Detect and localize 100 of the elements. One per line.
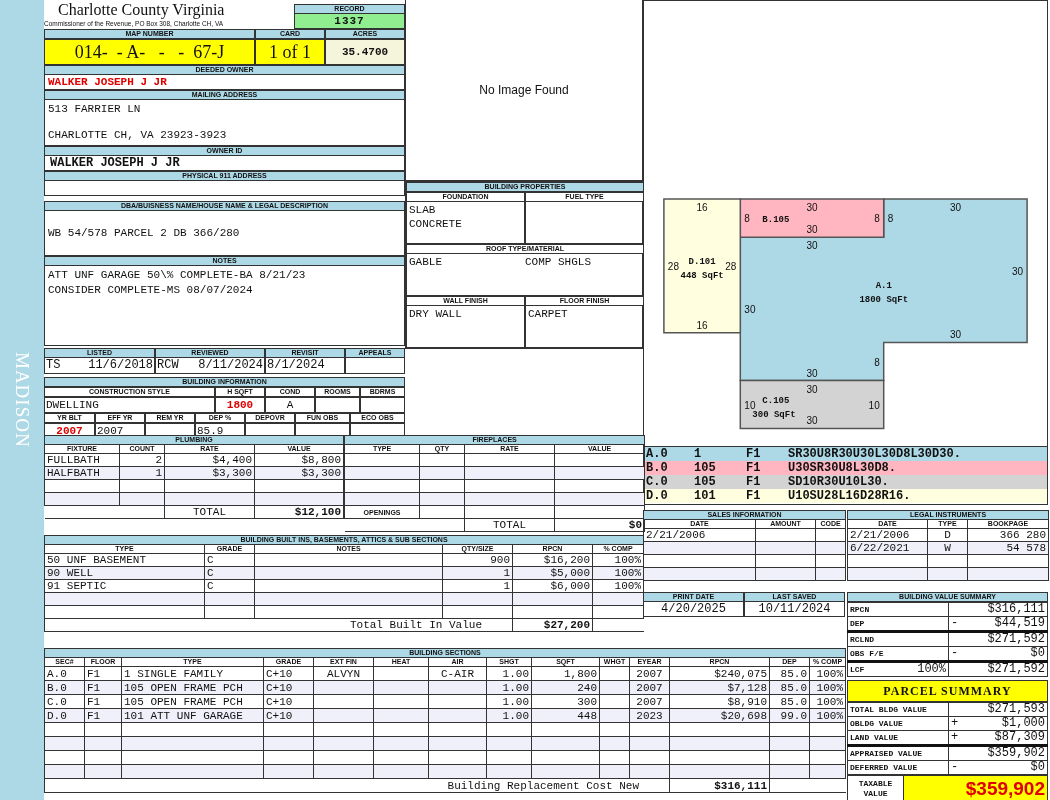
property-value: COMP SHGLS [525,255,592,269]
dimension-label: 30 [744,303,756,315]
total-value: $12,100 [254,505,344,519]
table-cell: C-AIR [428,666,487,681]
summary-label: DEFERRED VALUE [850,763,918,772]
area-size: 300 SqFt [752,409,796,420]
table-cell-text: A.0 [646,447,669,461]
table-cell-text: B.0 [646,461,669,475]
summary-value: $0 [965,760,1048,775]
empty-field [315,397,360,413]
table-cell: $4,400 [164,453,255,467]
district-label: MADISON [11,352,33,448]
dimension-label: 30 [806,224,818,236]
summary-label: LAND VALUE [850,733,898,742]
table-cell: 1.00 [486,694,532,709]
parcel-summary-title: PARCEL SUMMARY [847,680,1048,702]
table-cell-text: U30SR30U8L30D8. [788,461,898,475]
property-value: SLAB [409,203,437,217]
review-date: 11/6/2018 [88,358,153,373]
table-cell: 50 UNF BASEMENT [44,553,205,567]
table-cell: ALVYN [313,666,374,681]
table-cell-text: 101 [694,489,717,503]
table-cell: 366 280 [967,528,1049,542]
dimension-label: 30 [949,202,961,213]
reviewer-initials: RCW [157,358,179,373]
dimension-label: 30 [1012,265,1024,277]
review-date: 8/1/2024 [267,358,325,373]
table-cell: FULLBATH [44,453,120,467]
table-cell: 300 [531,694,600,709]
table-cell-text: F1 [746,489,762,503]
area-label: A.1 [875,280,892,291]
county-title: Charlotte County Virginia [57,0,226,19]
table-cell: 2007 [629,666,670,681]
no-image-message: No Image Found [479,83,569,97]
owner-name: WALKER JOSEPH J JR [48,75,168,89]
table-cell: 2/21/2006 [847,528,928,542]
address-line: CHARLOTTE CH, VA 23923-3923 [48,128,228,142]
summary-label: OBS F/E [850,649,884,658]
table-cell: C [204,553,255,567]
dimension-label: 16 [696,202,708,213]
table-cell: 85.0 [769,666,810,681]
table-cell: $240,075 [669,666,770,681]
table-cell: 91 SEPTIC [44,579,205,593]
dimension-label: 28 [725,260,737,272]
note-line: CONSIDER COMPLETE-MS 08/07/2024 [48,283,254,298]
table-cell: F1 [84,666,122,681]
dimension-label: 30 [806,367,818,379]
table-cell-text: F1 [746,447,762,461]
area-size: 1800 SqFt [859,294,909,305]
table-cell: $16,200 [512,553,593,567]
property-value: CONCRETE [409,217,463,231]
total-label: TOTAL [464,518,555,532]
summary-label: DEP [850,619,865,628]
table-cell-text: 105 [694,475,717,489]
total-value: $316,111 [669,778,770,793]
summary-label: APPRAISED VALUE [850,749,922,758]
table-cell: F1 [84,694,122,709]
table-cell: C [204,579,255,593]
map-number: 014- - A- - - 67-J [44,39,255,65]
dimension-label: 30 [806,240,818,252]
table-cell: 100% [592,579,644,593]
summary-value: $271,592 [965,661,1048,677]
address-line: 513 FARRIER LN [48,102,142,116]
summary-value: $271,592 [965,631,1048,647]
area-label: C.105 [762,395,790,406]
property-value: CARPET [528,307,569,321]
dimension-label: 30 [806,415,818,427]
dimension-label: 8 [887,213,894,225]
dimension-label: 8 [874,356,880,368]
table-cell: 1.00 [486,666,532,681]
property-value: GABLE [409,255,443,269]
date-value: 10/11/2024 [744,602,845,617]
summary-value: $271,593 [965,702,1048,717]
total-value: $27,200 [512,618,593,632]
sign-mark: + [948,716,965,731]
summary-label: RCLND [850,635,874,644]
dimension-label: 28 [667,260,679,272]
table-cell: $8,800 [254,453,344,467]
summary-value: $1,000 [965,716,1048,731]
dimension-label: 8 [874,213,880,225]
table-cell-text: 1 [694,447,703,461]
rate-value: 100% [917,663,946,676]
empty-field [360,397,405,413]
table-cell-text: F1 [746,475,762,489]
dimension-label: 30 [806,383,818,395]
table-cell: C+10 [263,694,314,709]
acreage-value: 35.4700 [325,39,405,65]
area-size: 448 SqFt [680,270,724,281]
table-cell-text: 105 [694,461,717,475]
summary-label: OBLDG VALUE [850,719,903,728]
table-cell: $8,910 [669,694,770,709]
taxable-value: $359,902 [904,776,1047,800]
property-value: DRY WALL [409,307,463,321]
table-cell: 100% [592,553,644,567]
table-cell: 1 [442,579,513,593]
note-line: ATT UNF GARAGE 50\% COMPLETE-BA 8/21/23 [48,268,307,283]
area-label: B.105 [762,215,790,226]
card-number: 1 of 1 [255,39,325,65]
dimension-label: 8 [744,213,750,225]
table-cell: C+10 [263,666,314,681]
